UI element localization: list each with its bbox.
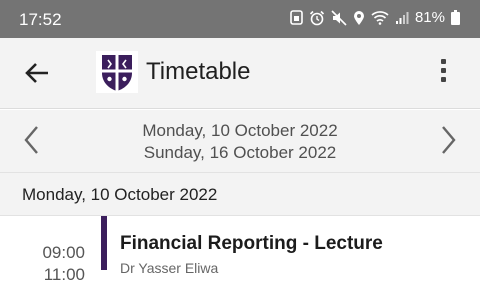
day-heading: Monday, 10 October 2022 — [22, 185, 218, 204]
university-crest-logo — [96, 51, 138, 93]
next-week-icon[interactable] — [436, 124, 460, 156]
week-start-date: Monday, 10 October 2022 — [142, 121, 338, 140]
location-icon — [353, 10, 365, 26]
sim-icon — [290, 10, 303, 25]
week-range: Monday, 10 October 2022 Sunday, 16 Octob… — [0, 120, 480, 164]
back-arrow-icon[interactable] — [22, 58, 52, 88]
event-start-time: 09:00 — [42, 243, 85, 262]
battery-icon — [451, 10, 460, 25]
event-end-time: 11:00 — [43, 265, 85, 284]
event-title: Financial Reporting - Lecture — [120, 233, 383, 254]
status-time: 17:52 — [19, 10, 62, 29]
day-header: Monday, 10 October 2022 — [0, 173, 480, 216]
signal-icon — [395, 11, 409, 25]
week-end-date: Sunday, 16 October 2022 — [143, 143, 337, 162]
timetable-event[interactable]: 09:00 11:00 Financial Reporting - Lectur… — [0, 216, 480, 284]
event-lecturer: Dr Yasser Eliwa — [120, 260, 219, 276]
mute-icon — [331, 9, 347, 26]
event-time: 09:00 11:00 — [42, 242, 85, 286]
wifi-icon — [371, 10, 389, 25]
status-icons: 81% — [290, 9, 460, 26]
app-bar: Timetable — [0, 38, 480, 109]
alarm-icon — [309, 10, 325, 26]
page-title: Timetable — [146, 58, 251, 85]
battery-label: 81% — [414, 9, 445, 26]
event-color-bar — [101, 216, 107, 270]
week-navigator: Monday, 10 October 2022 Sunday, 16 Octob… — [0, 110, 480, 173]
more-options-icon[interactable] — [434, 56, 452, 90]
status-bar: 17:52 81% — [0, 0, 480, 38]
